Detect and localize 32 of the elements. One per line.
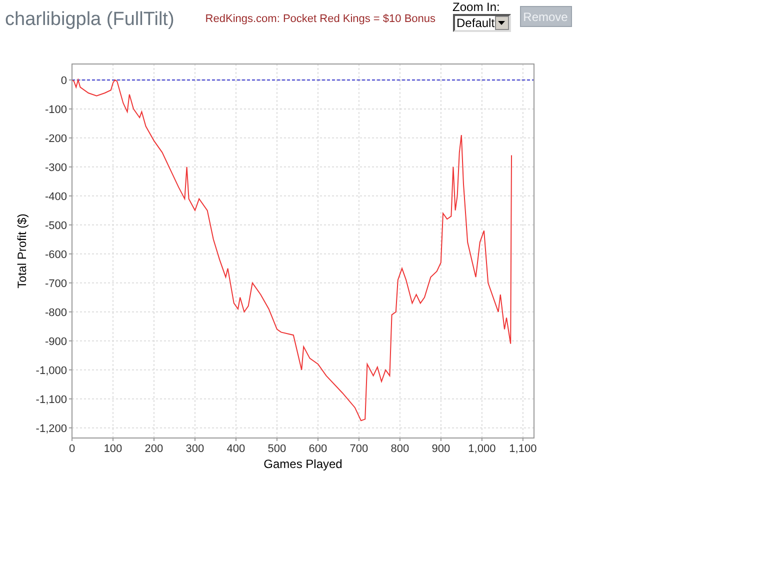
y-tick-label: -200 [44, 132, 67, 145]
y-tick-label: 0 [60, 74, 67, 87]
y-tick-label: -800 [44, 306, 67, 319]
y-tick-label: -500 [44, 220, 67, 232]
y-tick-label: -700 [44, 278, 67, 290]
zoom-label: Zoom In: [452, 1, 501, 14]
x-tick-label: 1,000 [468, 443, 496, 455]
x-tick-label: 200 [144, 443, 164, 455]
x-tick-label: 400 [226, 443, 246, 455]
y-tick-label: -100 [44, 104, 67, 116]
x-tick-label: 1,100 [509, 443, 537, 455]
x-tick-label: 100 [104, 443, 122, 455]
y-tick-label: -900 [44, 336, 67, 348]
y-tick-label: -1,000 [36, 364, 67, 377]
y-tick-label: -1,100 [36, 394, 67, 406]
caret-icon [494, 16, 509, 30]
x-axis-title: Games Played [264, 457, 342, 471]
x-tick-label: 900 [432, 443, 450, 455]
y-tick-label: -300 [44, 162, 67, 174]
page-title: charlibigpla (FullTilt) [5, 8, 174, 32]
zoom-select[interactable]: Default [452, 14, 511, 32]
x-tick-label: 700 [350, 443, 368, 455]
x-tick-label: 800 [390, 443, 410, 455]
x-tick-label: 0 [68, 443, 76, 455]
x-tick-label: 500 [268, 443, 286, 455]
x-tick-label: 300 [186, 443, 204, 455]
promo-link[interactable]: RedKings.com: Pocket Red Kings = $10 Bonus [205, 11, 436, 28]
y-tick-label: -600 [44, 248, 67, 261]
x-tick-label: 600 [308, 443, 328, 455]
y-tick-label: -400 [44, 190, 67, 203]
y-axis-title: Total Profit ($) [15, 214, 29, 288]
y-tick-label: -1,200 [36, 422, 67, 435]
